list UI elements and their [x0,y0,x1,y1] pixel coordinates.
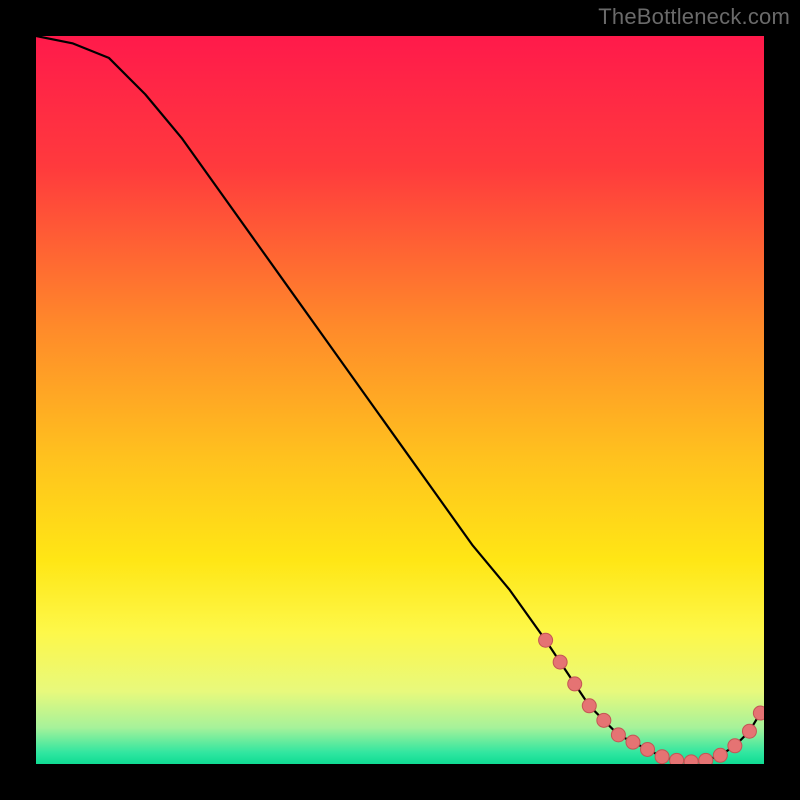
chart-frame: TheBottleneck.com [0,0,800,800]
data-point-marker [670,753,684,764]
bottleneck-chart [36,36,764,764]
data-point-marker [597,713,611,727]
data-point-marker [626,735,640,749]
data-point-marker [582,699,596,713]
data-point-marker [641,742,655,756]
data-point-marker [728,739,742,753]
watermark-text: TheBottleneck.com [598,4,790,30]
data-point-marker [655,750,669,764]
data-point-marker [568,677,582,691]
data-point-marker [611,728,625,742]
data-point-marker [684,755,698,764]
data-point-marker [699,753,713,764]
gradient-background [36,36,764,764]
data-point-marker [553,655,567,669]
data-point-marker [713,748,727,762]
data-point-marker [539,633,553,647]
data-point-marker [742,724,756,738]
data-point-marker [753,706,764,720]
